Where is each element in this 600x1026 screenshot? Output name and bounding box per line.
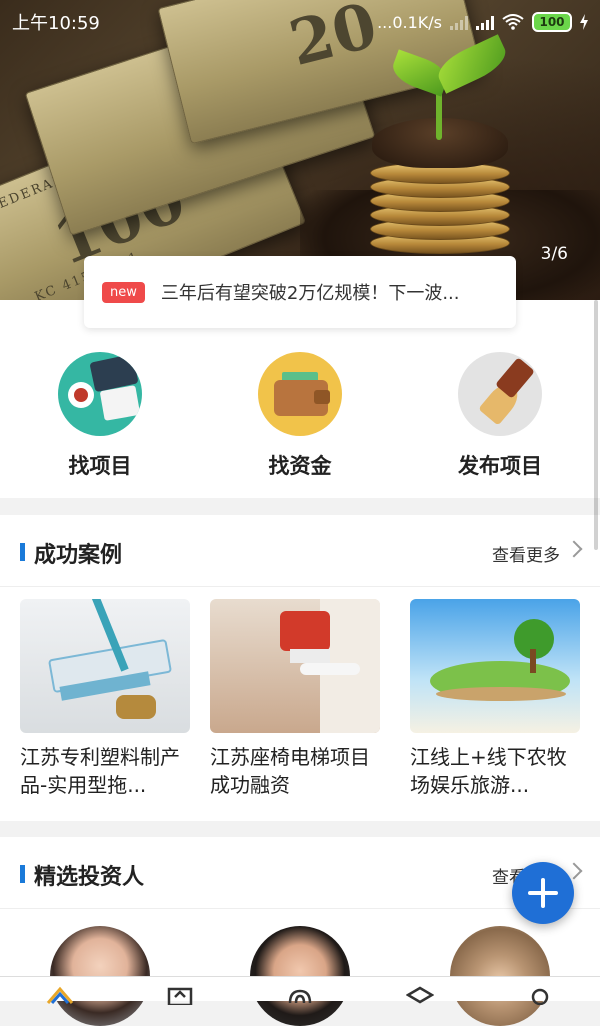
bottom-tab-bar <box>0 976 600 1005</box>
network-speed: ...0.1K/s <box>377 12 442 32</box>
news-headline: 三年后有望突破2万亿规模！下一波... <box>160 283 460 304</box>
view-more-link[interactable]: 查看更多 <box>492 541 560 566</box>
status-bar: 上午10:59 ...0.1K/s 100 <box>0 0 600 44</box>
section-accent-bar <box>20 865 25 883</box>
status-right: ...0.1K/s 100 <box>377 12 588 32</box>
quick-action-label: 发布项目 <box>458 454 542 478</box>
signal-icon <box>450 14 468 30</box>
farm-island-image <box>410 599 580 733</box>
charging-icon <box>580 14 588 30</box>
section-header: 精选投资人 查看更多 <box>0 837 600 909</box>
case-title: 江线上+线下农牧场娱乐旅游... <box>410 745 567 797</box>
layers-tab-icon[interactable] <box>406 985 434 1005</box>
wifi-icon <box>502 14 524 30</box>
add-fab-button[interactable] <box>512 862 574 924</box>
wallet-icon <box>258 352 342 436</box>
case-title: 江苏座椅电梯项目成功融资 <box>210 745 370 797</box>
mop-product-image <box>20 599 190 733</box>
project-tab-icon[interactable] <box>166 985 194 1005</box>
new-badge: new <box>102 281 145 303</box>
quick-action-label: 找项目 <box>68 454 132 478</box>
find-project-button[interactable]: 找项目 <box>40 352 160 480</box>
home-tab-icon[interactable] <box>46 985 74 1005</box>
profile-tab-icon[interactable] <box>526 985 554 1005</box>
section-title: 精选投资人 <box>34 865 145 890</box>
find-funding-button[interactable]: 找资金 <box>240 352 360 480</box>
banner-pager: 3/6 <box>540 244 568 264</box>
stair-lift-image <box>210 599 380 733</box>
case-card[interactable]: 江苏座椅电梯项目成功融资 <box>210 599 380 799</box>
section-accent-bar <box>20 543 25 561</box>
case-card[interactable]: 江苏专利塑料制产品-实用型拖... <box>20 599 190 799</box>
section-title: 成功案例 <box>34 543 123 568</box>
hero-banner[interactable]: 100 FEDERAL RESERVE NOTE KC 41575181 100… <box>0 0 600 300</box>
success-cases-section: 成功案例 查看更多 江苏专利塑料制产品-实用型拖... 江苏座椅电梯项目成功融资… <box>0 515 600 821</box>
section-header: 成功案例 查看更多 <box>0 515 600 587</box>
quick-actions: 找项目 找资金 发布项目 <box>0 300 600 498</box>
news-ticker[interactable]: new 三年后有望突破2万亿规模！下一波... <box>84 256 516 328</box>
quick-action-label: 找资金 <box>268 454 332 478</box>
case-title: 江苏专利塑料制产品-实用型拖... <box>20 745 180 797</box>
case-card[interactable]: 江线上+线下农牧场娱乐旅游... <box>410 599 580 799</box>
clock: 上午10:59 <box>12 13 100 34</box>
chevron-right-icon <box>565 540 583 558</box>
battery-icon: 100 <box>532 12 572 32</box>
desk-icon <box>58 352 142 436</box>
signal-icon <box>476 14 494 30</box>
link-tab-icon[interactable] <box>286 985 314 1005</box>
fountain-pen-icon <box>458 352 542 436</box>
publish-project-button[interactable]: 发布项目 <box>440 352 560 480</box>
scrollbar[interactable] <box>594 300 598 550</box>
